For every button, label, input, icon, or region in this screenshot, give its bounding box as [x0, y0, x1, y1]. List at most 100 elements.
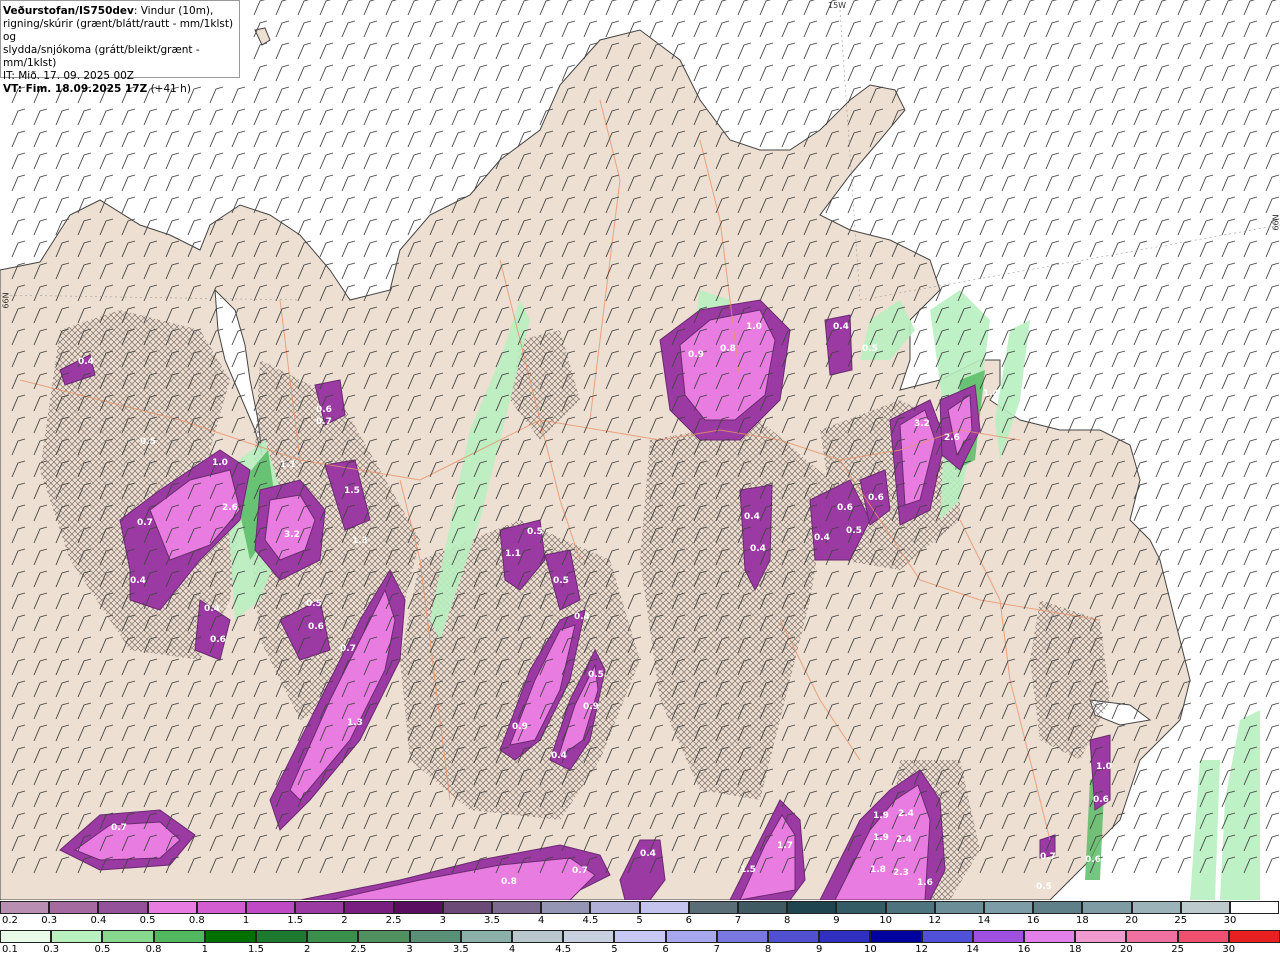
precip-value-label: 0.4 [551, 751, 567, 761]
colorbar-label: 7 [734, 915, 742, 926]
precip-value-label: 0.6 [837, 503, 853, 513]
precip-value-label: 1.0 [746, 322, 762, 332]
colorbar-label: 4.5 [582, 915, 599, 926]
colorbar-label: 20 [1125, 915, 1138, 926]
precip-value-label: 0.7 [572, 866, 588, 876]
colorbar-label: 12 [928, 915, 942, 926]
colorbar-cell [358, 930, 410, 943]
colorbar-label: 9 [816, 944, 823, 955]
precip-value-label: 0.5 [553, 576, 569, 586]
colorbar-label: 6 [662, 944, 669, 955]
colorbar-cell [0, 930, 52, 943]
longitude-label: 15W [828, 1, 847, 10]
colorbar-label: 20 [1120, 944, 1133, 955]
colorbar-label: 16 [1017, 944, 1031, 955]
colorbar-cell [836, 901, 886, 914]
colorbar-label: 1 [242, 915, 250, 926]
colorbar-label: 10 [879, 915, 892, 926]
colorbar-cell [1075, 930, 1127, 943]
snow-colorbar [0, 901, 1280, 914]
header-subtitle-1: : Vindur (10m), [133, 5, 214, 17]
colorbar-label: 4 [538, 915, 545, 926]
colorbar-cell [460, 930, 512, 943]
snow-colorbar-labels: 0.2 0.3 0.4 0.5 0.8 1 1.5 2 2.5 3 3.5 4 4.5 5 6 7 8 9 10 12… [0, 915, 1280, 928]
precip-value-label: 0.9 [688, 350, 704, 360]
colorbar-cell [102, 930, 154, 943]
precip-value-label: 0.6 [1085, 855, 1101, 865]
colorbar-cell [1024, 930, 1076, 943]
colorbar-cell [204, 930, 256, 943]
colorbar-cell [614, 930, 666, 943]
colorbar-cell [295, 901, 345, 914]
precip-value-label: 0.5 [862, 344, 878, 354]
colorbar-cell [738, 901, 788, 914]
precip-value-label: 0.4 [750, 544, 766, 554]
colorbar-cell [196, 901, 246, 914]
colorbar-label: 7 [713, 944, 720, 955]
colorbar-cell [563, 930, 615, 943]
colorbar-label: 3.5 [484, 915, 500, 926]
colorbar-cell [153, 930, 205, 943]
colorbar-label: 0.5 [139, 915, 156, 926]
header-title: Veðurstofan/IS750dev [3, 5, 134, 17]
colorbar-label: 2 [341, 915, 348, 926]
precip-value-label: 2.6 [944, 433, 960, 443]
precip-value-label: 1.8 [870, 865, 886, 875]
precip-value-label: 0.9 [512, 722, 528, 732]
colorbar-label: 14 [966, 944, 980, 955]
colorbar-label: 25 [1174, 915, 1188, 926]
colorbar-cell [1228, 930, 1280, 943]
colorbar-label: 1.5 [287, 915, 304, 926]
valid-time: VT: Fim. 18.09.2025 17Z [3, 83, 148, 95]
precip-value-label: 0.6 [210, 635, 226, 645]
colorbar-label: 3 [439, 915, 446, 926]
colorbar-cell [716, 930, 768, 943]
init-time: IT: Mið. 17. 09. 2025 00Z [3, 70, 134, 82]
colorbar-label: 0.1 [2, 944, 18, 955]
precip-value-label: 1.9 [873, 833, 889, 843]
precip-value-label: 1.4 [983, 389, 999, 399]
colorbar-label: 12 [915, 944, 928, 955]
header-subtitle-3: slydda/snjókoma (grátt/bleikt/grænt - mm… [3, 44, 200, 69]
precip-value-label: 1.0 [1096, 762, 1112, 772]
colorbar-label: 2 [304, 944, 311, 955]
precip-value-label: 0.6 [868, 493, 884, 503]
precip-value-label: 0.4 [744, 512, 760, 522]
colorbar-cell [665, 930, 717, 943]
colorbar-label: 1.5 [248, 944, 264, 955]
rain-colorbar [0, 930, 1280, 943]
colorbar-cell [819, 930, 871, 943]
colorbar-cell [787, 901, 837, 914]
precip-value-label: 2.6 [222, 503, 238, 513]
colorbar-label: 18 [1076, 915, 1089, 926]
header-box: Veðurstofan/IS750dev: Vindur (10m), rign… [0, 0, 240, 95]
colorbar-cell [541, 901, 591, 914]
colorbar-cell [639, 901, 689, 914]
precip-value-label: 0.7 [316, 417, 332, 427]
latitude-label-left: 66N [1, 292, 11, 309]
precip-value-label: 1.7 [777, 841, 793, 851]
colorbar-label: 18 [1068, 944, 1082, 955]
colorbar-label: 8 [764, 944, 772, 955]
precip-value-label: 1.1 [505, 549, 521, 559]
precip-value-label: 0.9 [583, 702, 599, 712]
colorbar-label: 3.5 [452, 944, 469, 955]
precip-value-label: 0.5 [306, 599, 322, 609]
colorbar-cell [1177, 930, 1229, 943]
colorbar-label: 30 [1222, 944, 1236, 955]
colorbar-label: 4 [508, 944, 516, 955]
precip-value-label: 3.2 [914, 419, 930, 429]
precip-value-label: 1.3 [352, 536, 368, 546]
precip-value-label: 1.3 [347, 718, 363, 728]
precip-value-label: 0.8 [501, 877, 517, 887]
colorbar-cell [393, 901, 443, 914]
colorbar-cell [984, 901, 1034, 914]
rain-colorbar-labels: 0.1 0.3 0.5 0.8 1 1.5 2 2.5 3 3.5 4 4.5 5 6 7 8 9 10 12 14 1… [0, 944, 1280, 957]
precip-value-label: 0.5 [846, 526, 862, 536]
colorbar-cell [307, 930, 359, 943]
colorbar-label: 8 [784, 915, 791, 926]
precip-value-label: 2.4 [898, 809, 914, 819]
colorbar-label: 0.5 [94, 944, 111, 955]
colorbar-cell [1033, 901, 1083, 914]
colorbar-label: 2.5 [385, 915, 402, 926]
